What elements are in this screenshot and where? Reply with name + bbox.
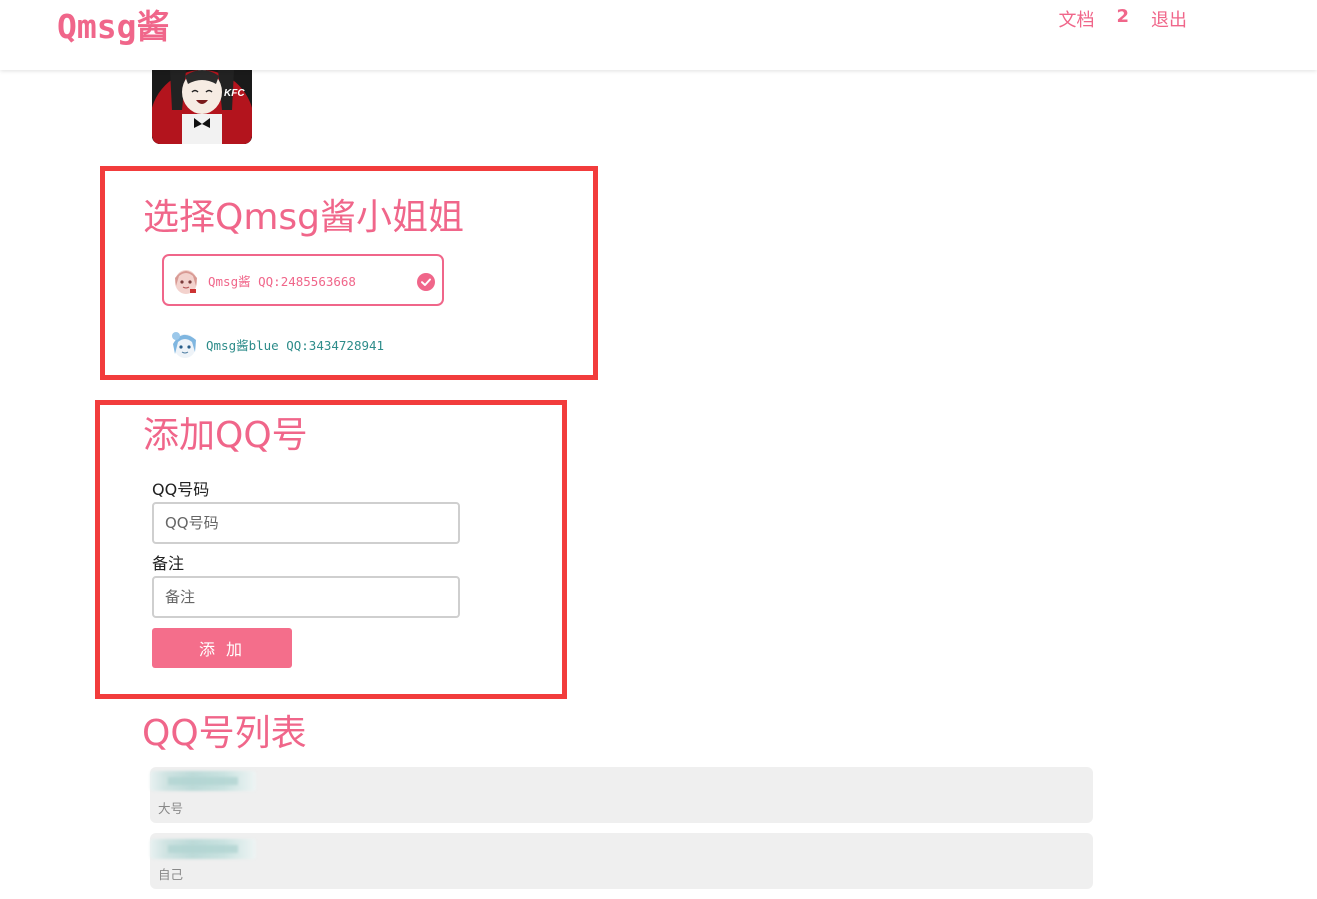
bot-option-label: Qmsg酱blue QQ:3434728941 <box>206 337 385 353</box>
qq-number-input[interactable] <box>152 502 460 544</box>
blurred-qq-number <box>150 839 256 859</box>
bot-option-label: Qmsg酱 QQ:2485563668 <box>208 273 356 289</box>
qq-list-item[interactable]: 大号 <box>150 767 1093 823</box>
qq-list-title: QQ号列表 <box>142 713 307 754</box>
svg-text:KFC: KFC <box>224 88 245 99</box>
bot-avatar-blue-icon <box>170 330 198 358</box>
docs-link[interactable]: 文档 <box>1058 6 1094 32</box>
qq-number-label: QQ号码 <box>152 480 210 499</box>
add-button[interactable]: 添 加 <box>152 628 292 668</box>
check-circle-icon <box>417 273 435 291</box>
bot-option-qmsg[interactable]: Qmsg酱 QQ:2485563668 <box>162 254 444 306</box>
top-navbar: Qmsg酱 文档 2 退出 <box>0 0 1317 70</box>
logout-link[interactable]: 退出 <box>1151 6 1187 32</box>
note-input[interactable] <box>152 576 460 618</box>
bot-option-qmsg-blue[interactable]: Qmsg酱blue QQ:3434728941 <box>162 318 444 370</box>
bot-select-title: 选择Qmsg酱小姐姐 <box>143 197 465 238</box>
nav-links: 文档 2 退出 <box>1058 6 1187 32</box>
qq-item-note: 大号 <box>158 801 184 816</box>
qq-list-item[interactable]: 自己 <box>150 833 1093 889</box>
user-avatar: KFC <box>152 70 252 144</box>
qq-item-note: 自己 <box>158 867 184 882</box>
brand-logo[interactable]: Qmsg酱 <box>57 0 169 48</box>
add-qq-title: 添加QQ号 <box>143 415 308 456</box>
bot-avatar-pink-icon <box>172 266 200 294</box>
user-count-link[interactable]: 2 <box>1116 6 1129 32</box>
blurred-qq-number <box>150 771 256 791</box>
note-label: 备注 <box>152 554 185 573</box>
